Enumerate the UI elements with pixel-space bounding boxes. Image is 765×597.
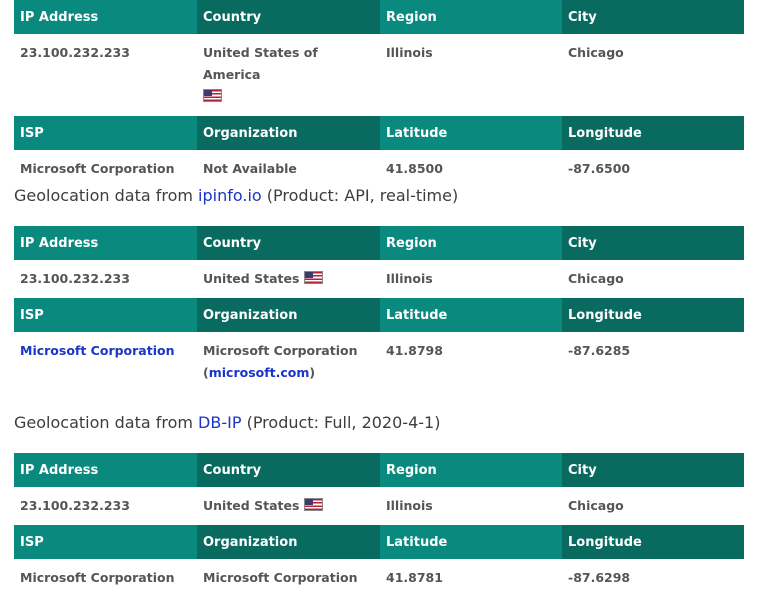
- header-row: IP Address Country Region City: [14, 226, 744, 260]
- table-row: Microsoft Corporation Microsoft Corporat…: [14, 332, 744, 392]
- section-heading-ipinfo: Geolocation data from ipinfo.io (Product…: [14, 186, 459, 205]
- us-flag-icon: [303, 498, 323, 511]
- country-cell: United States of America: [197, 34, 380, 116]
- ip-address-value: 23.100.232.233: [20, 271, 130, 286]
- isp-cell: Microsoft Corporation: [14, 332, 197, 392]
- header-latitude: Latitude: [380, 116, 562, 150]
- country-value: United States: [203, 498, 300, 513]
- isp-link[interactable]: Microsoft Corporation: [20, 343, 175, 358]
- us-flag-icon: [203, 89, 222, 102]
- ip-address-value: 23.100.232.233: [20, 498, 130, 513]
- table-row: Microsoft Corporation Not Available 41.8…: [14, 150, 744, 188]
- header-row: ISP Organization Latitude Longitude: [14, 298, 744, 332]
- table-row: 23.100.232.233 United States Illinois Ch…: [14, 487, 744, 525]
- header-organization: Organization: [197, 298, 380, 332]
- header-latitude: Latitude: [380, 298, 562, 332]
- organization-value: Not Available: [203, 161, 297, 176]
- latitude-value: 41.8798: [386, 343, 443, 358]
- header-city: City: [562, 453, 744, 487]
- header-row: ISP Organization Latitude Longitude: [14, 525, 744, 559]
- organization-domain-link[interactable]: microsoft.com: [209, 365, 310, 380]
- header-ip-address: IP Address: [14, 226, 197, 260]
- country-cell: United States: [197, 487, 380, 525]
- header-country: Country: [197, 0, 380, 34]
- header-organization: Organization: [197, 525, 380, 559]
- city-value: Chicago: [568, 498, 624, 513]
- header-longitude: Longitude: [562, 116, 744, 150]
- latitude-value: 41.8781: [386, 570, 443, 585]
- organization-value: Microsoft Corporation: [203, 343, 358, 358]
- table-row: 23.100.232.233 United States of America …: [14, 34, 744, 116]
- header-region: Region: [380, 453, 562, 487]
- geolocation-table-2: IP Address Country Region City 23.100.23…: [14, 226, 744, 392]
- region-value: Illinois: [386, 45, 433, 60]
- country-value: United States: [203, 271, 300, 286]
- ipinfo-link[interactable]: ipinfo.io: [198, 186, 262, 205]
- header-longitude: Longitude: [562, 298, 744, 332]
- ip-address-value: 23.100.232.233: [20, 45, 130, 60]
- header-country: Country: [197, 453, 380, 487]
- header-isp: ISP: [14, 116, 197, 150]
- header-ip-address: IP Address: [14, 0, 197, 34]
- header-ip-address: IP Address: [14, 453, 197, 487]
- city-value: Chicago: [568, 271, 624, 286]
- header-row: IP Address Country Region City: [14, 453, 744, 487]
- header-country: Country: [197, 226, 380, 260]
- geolocation-table-3: IP Address Country Region City 23.100.23…: [14, 453, 744, 597]
- longitude-value: -87.6500: [568, 161, 631, 176]
- latitude-value: 41.8500: [386, 161, 443, 176]
- header-region: Region: [380, 226, 562, 260]
- section-heading-dbip: Geolocation data from DB-IP (Product: Fu…: [14, 413, 441, 432]
- region-value: Illinois: [386, 271, 433, 286]
- isp-value: Microsoft Corporation: [20, 161, 175, 176]
- header-organization: Organization: [197, 116, 380, 150]
- organization-value: Microsoft Corporation: [203, 570, 358, 585]
- header-isp: ISP: [14, 525, 197, 559]
- city-value: Chicago: [568, 45, 624, 60]
- longitude-value: -87.6298: [568, 570, 631, 585]
- isp-value: Microsoft Corporation: [20, 570, 175, 585]
- table-row: 23.100.232.233 United States Illinois Ch…: [14, 260, 744, 298]
- country-value: United States of America: [203, 45, 318, 82]
- geolocation-table-1: IP Address Country Region City 23.100.23…: [14, 0, 744, 188]
- header-city: City: [562, 226, 744, 260]
- header-region: Region: [380, 0, 562, 34]
- us-flag-icon: [303, 271, 323, 284]
- header-longitude: Longitude: [562, 525, 744, 559]
- header-city: City: [562, 0, 744, 34]
- dbip-link[interactable]: DB-IP: [198, 413, 241, 432]
- header-latitude: Latitude: [380, 525, 562, 559]
- header-row: IP Address Country Region City: [14, 0, 744, 34]
- table-row: Microsoft Corporation Microsoft Corporat…: [14, 559, 744, 597]
- longitude-value: -87.6285: [568, 343, 631, 358]
- organization-cell: Microsoft Corporation (microsoft.com): [203, 343, 358, 380]
- country-cell: United States: [197, 260, 380, 298]
- header-isp: ISP: [14, 298, 197, 332]
- header-row: ISP Organization Latitude Longitude: [14, 116, 744, 150]
- region-value: Illinois: [386, 498, 433, 513]
